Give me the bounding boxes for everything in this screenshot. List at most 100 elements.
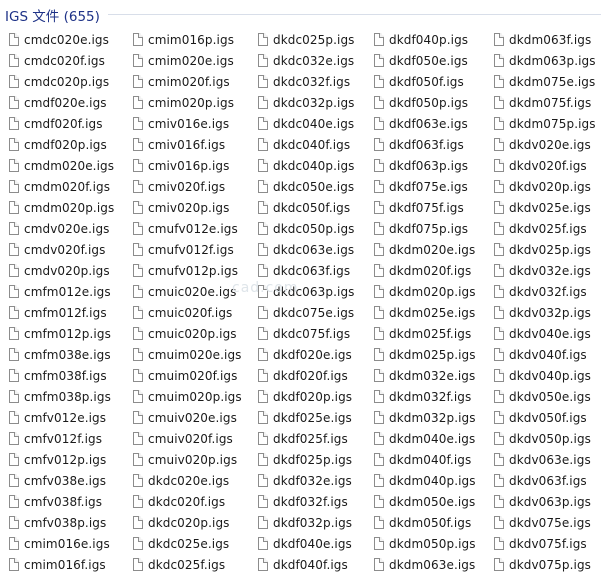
file-item[interactable]: dkdf050e.igs: [365, 50, 485, 71]
file-item[interactable]: dkdm075e.igs: [485, 71, 603, 92]
file-item[interactable]: dkdm040f.igs: [365, 449, 485, 470]
file-item[interactable]: cmufv012f.igs: [124, 239, 249, 260]
file-item[interactable]: dkdv040p.igs: [485, 365, 603, 386]
file-item[interactable]: dkdc025e.igs: [124, 533, 249, 554]
file-item[interactable]: dkdv050f.igs: [485, 407, 603, 428]
file-item[interactable]: cmfm038p.igs: [0, 386, 124, 407]
file-item[interactable]: cmdf020e.igs: [0, 92, 124, 113]
file-item[interactable]: dkdc063f.igs: [249, 260, 365, 281]
file-item[interactable]: dkdf020p.igs: [249, 386, 365, 407]
file-item[interactable]: dkdm025e.igs: [365, 302, 485, 323]
file-item[interactable]: dkdv040e.igs: [485, 323, 603, 344]
file-item[interactable]: dkdv063f.igs: [485, 470, 603, 491]
file-item[interactable]: dkdf040p.igs: [365, 29, 485, 50]
file-item[interactable]: cmdv020p.igs: [0, 260, 124, 281]
file-item[interactable]: cmfv012f.igs: [0, 428, 124, 449]
file-item[interactable]: dkdm075p.igs: [485, 113, 603, 134]
file-item[interactable]: cmuic020e.igs: [124, 281, 249, 302]
file-item[interactable]: cmuiv020f.igs: [124, 428, 249, 449]
file-item[interactable]: cmdf020f.igs: [0, 113, 124, 134]
file-item[interactable]: dkdm063e.igs: [365, 554, 485, 575]
file-item[interactable]: cmufv012p.igs: [124, 260, 249, 281]
file-item[interactable]: dkdm050p.igs: [365, 533, 485, 554]
file-item[interactable]: dkdf063p.igs: [365, 155, 485, 176]
file-item[interactable]: cmfv012e.igs: [0, 407, 124, 428]
file-item[interactable]: cmfm038f.igs: [0, 365, 124, 386]
file-item[interactable]: cmdc020e.igs: [0, 29, 124, 50]
file-item[interactable]: dkdf040f.igs: [249, 554, 365, 575]
file-item[interactable]: dkdm063f.igs: [485, 29, 603, 50]
file-item[interactable]: dkdm032f.igs: [365, 386, 485, 407]
file-item[interactable]: cmfm012e.igs: [0, 281, 124, 302]
file-item[interactable]: cmfm012f.igs: [0, 302, 124, 323]
file-item[interactable]: dkdm050e.igs: [365, 491, 485, 512]
file-item[interactable]: dkdf025f.igs: [249, 428, 365, 449]
file-item[interactable]: cmfv038f.igs: [0, 491, 124, 512]
file-item[interactable]: dkdm020f.igs: [365, 260, 485, 281]
file-item[interactable]: cmim020f.igs: [124, 71, 249, 92]
file-item[interactable]: cmdc020f.igs: [0, 50, 124, 71]
file-item[interactable]: dkdc020p.igs: [124, 512, 249, 533]
file-item[interactable]: dkdm025f.igs: [365, 323, 485, 344]
file-item[interactable]: dkdv050p.igs: [485, 428, 603, 449]
file-item[interactable]: cmim020e.igs: [124, 50, 249, 71]
file-item[interactable]: dkdc050e.igs: [249, 176, 365, 197]
file-item[interactable]: dkdv032f.igs: [485, 281, 603, 302]
file-item[interactable]: dkdc032p.igs: [249, 92, 365, 113]
file-item[interactable]: dkdv025p.igs: [485, 239, 603, 260]
file-item[interactable]: cmiv016p.igs: [124, 155, 249, 176]
file-item[interactable]: dkdc025f.igs: [124, 554, 249, 575]
file-item[interactable]: dkdf075p.igs: [365, 218, 485, 239]
file-item[interactable]: cmdf020p.igs: [0, 134, 124, 155]
file-item[interactable]: dkdc020f.igs: [124, 491, 249, 512]
file-item[interactable]: dkdv025f.igs: [485, 218, 603, 239]
file-item[interactable]: dkdf050f.igs: [365, 71, 485, 92]
file-item[interactable]: cmfv012p.igs: [0, 449, 124, 470]
file-item[interactable]: dkdc032f.igs: [249, 71, 365, 92]
file-item[interactable]: cmiv016e.igs: [124, 113, 249, 134]
file-item[interactable]: dkdm050f.igs: [365, 512, 485, 533]
file-item[interactable]: cmuiv020e.igs: [124, 407, 249, 428]
file-item[interactable]: dkdc063p.igs: [249, 281, 365, 302]
file-item[interactable]: dkdv025e.igs: [485, 197, 603, 218]
file-item[interactable]: dkdv020f.igs: [485, 155, 603, 176]
file-item[interactable]: cmiv020p.igs: [124, 197, 249, 218]
file-item[interactable]: cmuiv020p.igs: [124, 449, 249, 470]
file-item[interactable]: cmuic020p.igs: [124, 323, 249, 344]
file-item[interactable]: dkdv032e.igs: [485, 260, 603, 281]
file-item[interactable]: cmufv012e.igs: [124, 218, 249, 239]
file-item[interactable]: dkdc040f.igs: [249, 134, 365, 155]
file-item[interactable]: dkdf040e.igs: [249, 533, 365, 554]
file-item[interactable]: dkdc040p.igs: [249, 155, 365, 176]
file-item[interactable]: dkdc025p.igs: [249, 29, 365, 50]
file-item[interactable]: cmdc020p.igs: [0, 71, 124, 92]
file-item[interactable]: cmim016p.igs: [124, 29, 249, 50]
file-item[interactable]: dkdf075e.igs: [365, 176, 485, 197]
file-item[interactable]: cmiv016f.igs: [124, 134, 249, 155]
file-item[interactable]: dkdm032e.igs: [365, 365, 485, 386]
file-item[interactable]: dkdm020e.igs: [365, 239, 485, 260]
file-item[interactable]: dkdf020e.igs: [249, 344, 365, 365]
file-item[interactable]: dkdv075p.igs: [485, 554, 603, 575]
file-item[interactable]: dkdv050e.igs: [485, 386, 603, 407]
file-item[interactable]: cmuim020e.igs: [124, 344, 249, 365]
file-item[interactable]: cmim016f.igs: [0, 554, 124, 575]
file-item[interactable]: dkdc050f.igs: [249, 197, 365, 218]
file-item[interactable]: dkdm025p.igs: [365, 344, 485, 365]
file-item[interactable]: cmim016e.igs: [0, 533, 124, 554]
file-item[interactable]: dkdf032e.igs: [249, 470, 365, 491]
file-item[interactable]: cmdm020f.igs: [0, 176, 124, 197]
file-item[interactable]: dkdm063p.igs: [485, 50, 603, 71]
file-item[interactable]: cmiv020f.igs: [124, 176, 249, 197]
file-item[interactable]: dkdv032p.igs: [485, 302, 603, 323]
file-item[interactable]: cmim020p.igs: [124, 92, 249, 113]
file-item[interactable]: cmuim020p.igs: [124, 386, 249, 407]
file-item[interactable]: dkdv040f.igs: [485, 344, 603, 365]
file-item[interactable]: cmdm020p.igs: [0, 197, 124, 218]
file-item[interactable]: cmfm012p.igs: [0, 323, 124, 344]
file-item[interactable]: dkdf075f.igs: [365, 197, 485, 218]
file-item[interactable]: dkdf032f.igs: [249, 491, 365, 512]
file-item[interactable]: cmdm020e.igs: [0, 155, 124, 176]
file-item[interactable]: dkdf025p.igs: [249, 449, 365, 470]
file-item[interactable]: dkdf050p.igs: [365, 92, 485, 113]
